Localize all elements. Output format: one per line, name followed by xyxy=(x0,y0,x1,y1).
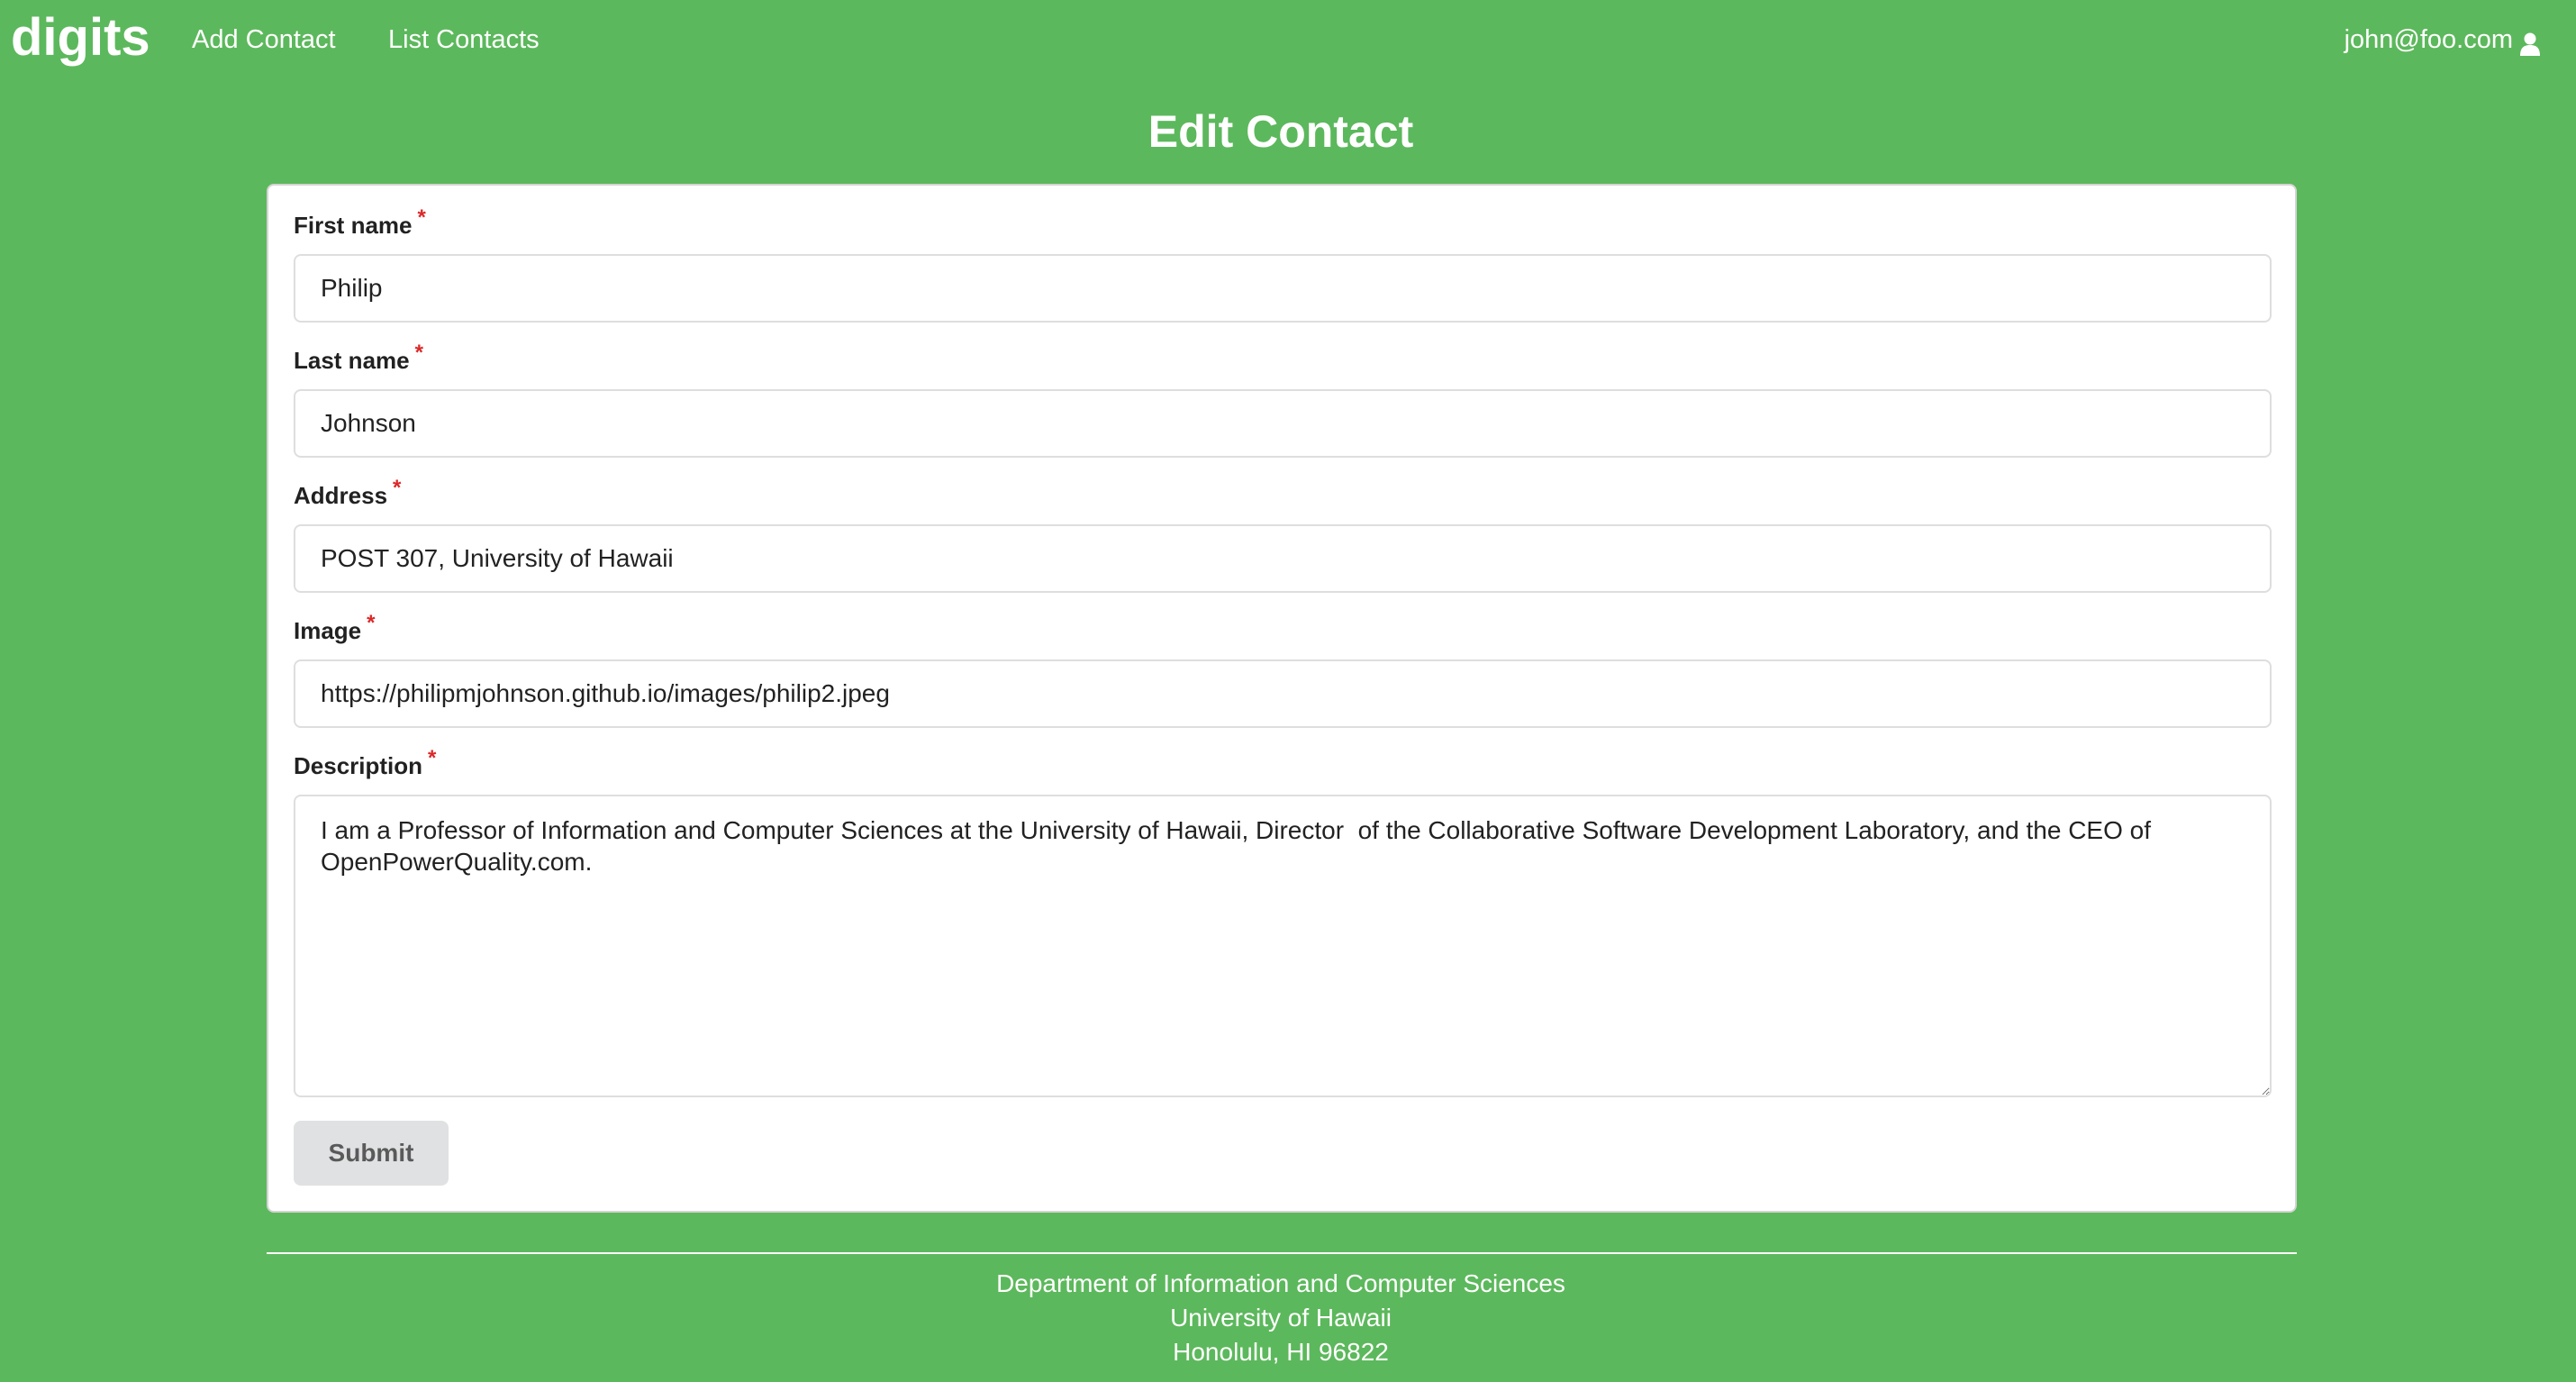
required-marker: * xyxy=(417,205,426,230)
description-label: Description * xyxy=(294,746,437,779)
required-marker: * xyxy=(367,611,376,635)
footer-address: Honolulu, HI 96822 xyxy=(1173,1338,1389,1366)
required-marker: * xyxy=(414,341,423,365)
footer-university: University of Hawaii xyxy=(1170,1304,1392,1332)
footer-divider xyxy=(267,1252,2297,1254)
user-icon xyxy=(2520,28,2540,56)
user-menu[interactable]: john@foo.com xyxy=(2345,20,2540,59)
user-email: john@foo.com xyxy=(2344,25,2513,54)
top-navbar: digits Add Contact List Contacts john@fo… xyxy=(0,0,2576,79)
brand-logo[interactable]: digits xyxy=(11,2,150,74)
submit-button[interactable]: Submit xyxy=(294,1121,449,1186)
required-marker: * xyxy=(393,476,402,500)
edit-contact-form: First name* Last name* Address* Image* D… xyxy=(267,184,2297,1213)
footer-department: Department of Information and Computer S… xyxy=(996,1269,1565,1297)
address-input[interactable] xyxy=(294,524,2272,593)
first-name-input[interactable] xyxy=(294,254,2272,323)
first-name-label: First name * xyxy=(294,205,426,239)
image-label: Image * xyxy=(294,611,376,644)
last-name-label: Last name * xyxy=(294,341,423,374)
footer: Department of Information and Computer S… xyxy=(0,1267,2562,1369)
last-name-input[interactable] xyxy=(294,389,2272,458)
nav-add-contact[interactable]: Add Contact xyxy=(192,20,336,59)
page-title: Edit Contact xyxy=(1147,106,1414,157)
required-marker: * xyxy=(428,746,437,770)
image-url-input[interactable] xyxy=(294,659,2272,728)
address-label: Address * xyxy=(294,476,402,509)
description-textarea[interactable]: I am a Professor of Information and Comp… xyxy=(294,795,2272,1097)
nav-list-contacts[interactable]: List Contacts xyxy=(388,20,540,59)
